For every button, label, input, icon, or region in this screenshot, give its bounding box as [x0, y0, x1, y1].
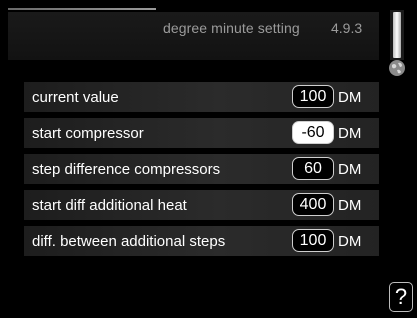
globe-icon[interactable] — [388, 59, 406, 77]
setting-label: start diff additional heat — [32, 197, 187, 214]
setting-row-diff-between-additional-steps[interactable]: diff. between additional steps 100 DM — [24, 226, 379, 256]
setting-label: current value — [32, 89, 119, 106]
setting-label: start compressor — [32, 125, 144, 142]
menu-number: 4.9.3 — [331, 20, 363, 36]
setting-row-current-value[interactable]: current value 100 DM — [24, 82, 379, 112]
unit-label: DM — [338, 197, 362, 214]
unit-label: DM — [338, 161, 362, 178]
setting-row-step-difference-compressors[interactable]: step difference compressors 60 DM — [24, 154, 379, 184]
unit-label: DM — [338, 233, 362, 250]
unit-label: DM — [338, 89, 362, 106]
value-field-selected[interactable]: -60 — [292, 121, 334, 144]
unit-label: DM — [338, 125, 362, 142]
setting-row-start-diff-additional-heat[interactable]: start diff additional heat 400 DM — [24, 190, 379, 220]
scrollbar-thumb[interactable] — [393, 12, 401, 58]
setting-label: step difference compressors — [32, 161, 221, 178]
setting-label: diff. between additional steps — [32, 233, 226, 250]
value-field[interactable]: 100 — [292, 229, 334, 252]
header-divider — [8, 8, 156, 10]
value-field[interactable]: 60 — [292, 157, 334, 180]
help-button[interactable]: ? — [389, 282, 413, 312]
value-field[interactable]: 400 — [292, 193, 334, 216]
setting-row-start-compressor[interactable]: start compressor -60 DM — [24, 118, 379, 148]
value-field[interactable]: 100 — [292, 85, 334, 108]
page-title: degree minute setting — [163, 20, 300, 36]
